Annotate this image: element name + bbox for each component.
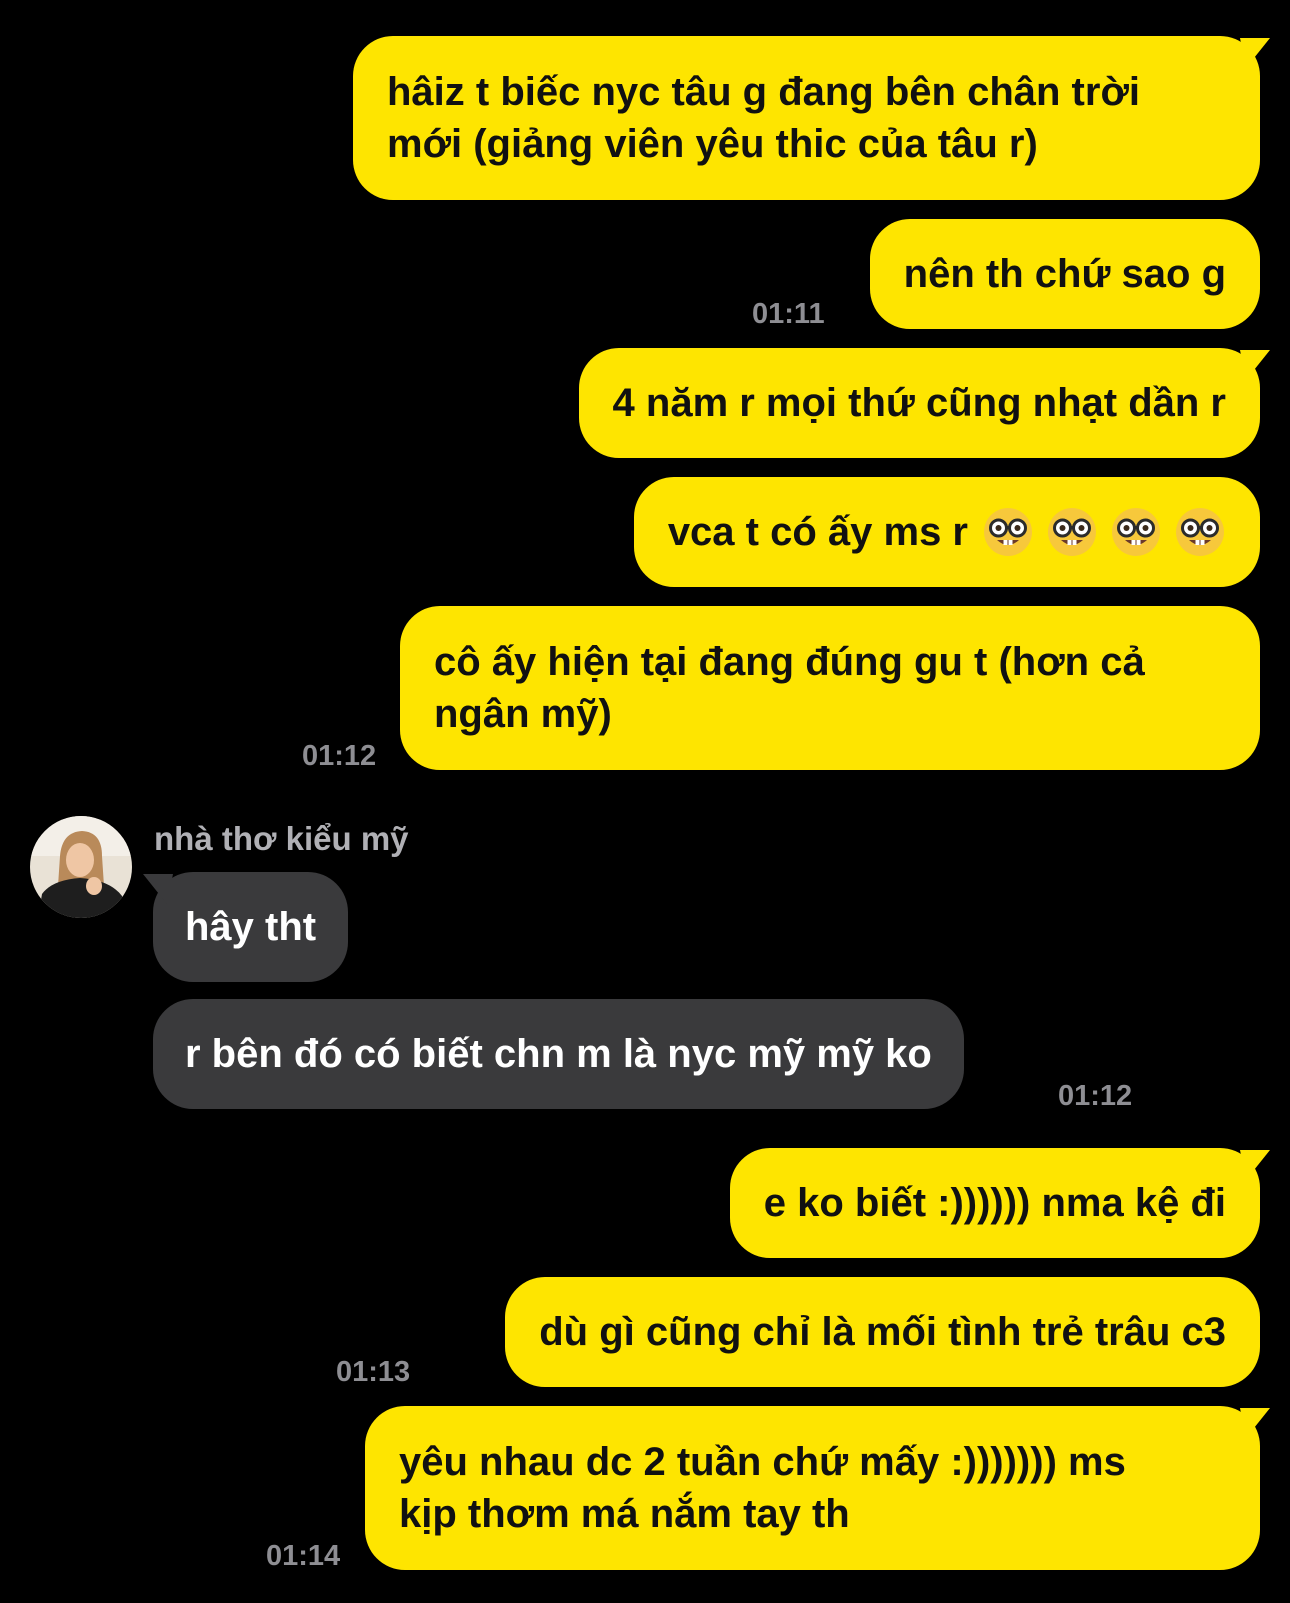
contact-avatar[interactable] — [30, 816, 132, 918]
message-line: yêu nhau dc 2 tuần chứ mấy :))))))) ms — [399, 1440, 1126, 1484]
message-bubble-outgoing[interactable]: e ko biết :)))))) nma kệ đi — [729, 1148, 1260, 1258]
message-line: cô ấy hiện tại đang đúng gu t (hơn cả — [434, 640, 1145, 684]
message-line: hâiz t biếc nyc tâu g đang bên chân trời — [387, 70, 1140, 114]
message-text: nên th chứ sao g — [903, 252, 1226, 296]
message-bubble-outgoing[interactable]: vca t có ấy ms r — [633, 477, 1260, 587]
message-timestamp: 01:13 — [336, 1356, 411, 1388]
nerd-face-icon — [1048, 508, 1096, 556]
message-timestamp: 01:12 — [302, 740, 377, 772]
message-timestamp: 01:14 — [266, 1540, 341, 1572]
message-bubble-outgoing[interactable]: dù gì cũng chỉ là mối tình trẻ trâu c3 — [505, 1277, 1260, 1387]
message-text: r bên đó có biết chn m là nyc mỹ mỹ ko — [185, 1032, 932, 1076]
message-line: mới (giảng viên yêu thic của tâu r) — [387, 122, 1038, 166]
message-bubble-outgoing[interactable]: yêu nhau dc 2 tuần chứ mấy :))))))) ms k… — [365, 1406, 1260, 1570]
message-timestamp: 01:12 — [1058, 1080, 1133, 1112]
message-text: 4 năm r mọi thứ cũng nhạt dần r — [612, 381, 1226, 425]
nerd-face-icon — [984, 508, 1032, 556]
message-bubble-outgoing[interactable]: cô ấy hiện tại đang đúng gu t (hơn cả ng… — [400, 606, 1260, 770]
message-bubble-incoming[interactable]: hây tht — [153, 872, 349, 982]
sender-name: nhà thơ kiểu mỹ — [154, 820, 409, 857]
message-text: vca t có ấy ms r — [667, 510, 968, 554]
message-bubble-outgoing[interactable]: hâiz t biếc nyc tâu g đang bên chân trời… — [353, 36, 1260, 200]
message-line: ngân mỹ) — [434, 692, 612, 736]
message-line: kịp thơm má nắm tay th — [399, 1492, 850, 1536]
nerd-face-icon — [1112, 508, 1160, 556]
message-timestamp: 01:11 — [752, 298, 825, 330]
message-text: dù gì cũng chỉ là mối tình trẻ trâu c3 — [539, 1310, 1226, 1354]
message-bubble-outgoing[interactable]: 4 năm r mọi thứ cũng nhạt dần r — [578, 348, 1260, 458]
nerd-face-icon — [1176, 508, 1224, 556]
message-bubble-incoming[interactable]: r bên đó có biết chn m là nyc mỹ mỹ ko — [153, 999, 964, 1109]
message-text: hây tht — [185, 905, 317, 949]
avatar-photo — [30, 816, 132, 918]
message-bubble-outgoing[interactable]: nên th chứ sao g — [869, 219, 1260, 329]
emoji-group — [982, 506, 1226, 558]
message-text: e ko biết :)))))) nma kệ đi — [763, 1181, 1226, 1225]
